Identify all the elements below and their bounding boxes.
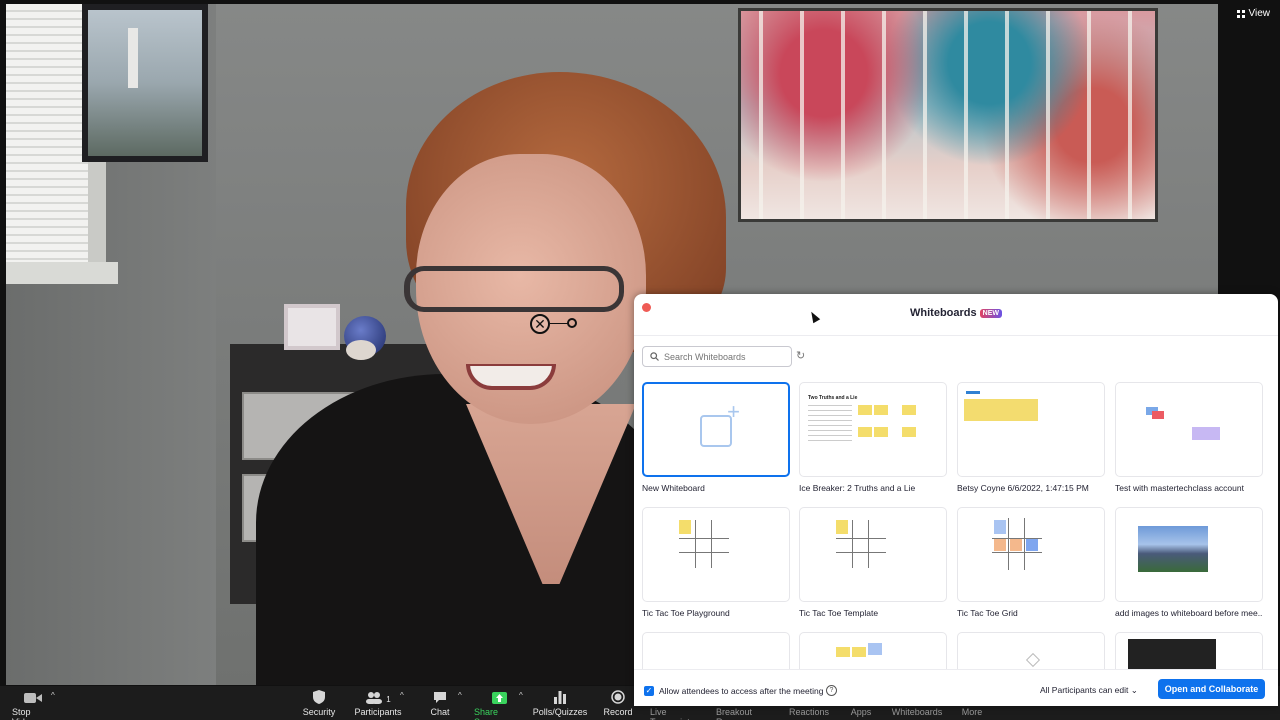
view-button[interactable]: View (1236, 8, 1271, 19)
whiteboard-thumbnail (642, 382, 790, 477)
view-label: View (1248, 8, 1271, 19)
window-blinds (6, 4, 94, 272)
thumbnail-title: Two Truths and a Lie (808, 395, 858, 401)
participants-button[interactable]: 1 Participants (354, 688, 402, 717)
chevron-down-icon: ⌄ (1130, 685, 1138, 695)
whiteboard-thumbnail (1115, 507, 1263, 602)
record-button[interactable]: Record (602, 688, 634, 717)
chat-options-caret-icon[interactable]: ^ (458, 691, 462, 700)
help-icon[interactable]: ? (826, 685, 837, 696)
whiteboard-label: Tic Tac Toe Template (799, 608, 879, 618)
search-input[interactable] (664, 351, 779, 362)
chat-label: Chat (430, 707, 450, 717)
whiteboard-card-new[interactable]: New Whiteboard (642, 382, 790, 493)
whiteboard-card[interactable]: Tic Tac Toe Template (799, 507, 947, 618)
whiteboard-label: add images to whiteboard before mee... (1115, 608, 1263, 618)
breakout-rooms-label: Breakout Rooms (716, 707, 753, 720)
whiteboard-label: Tic Tac Toe Playground (642, 608, 730, 618)
share-screen-button[interactable]: Share Screen (474, 688, 524, 720)
stop-video-label: Stop Video (12, 707, 35, 720)
whiteboard-label: Test with mastertechclass account (1115, 483, 1244, 493)
whiteboard-thumbnail (799, 507, 947, 602)
whiteboard-thumbnail (1115, 382, 1263, 477)
whiteboard-card[interactable]: Test with mastertechclass account (1115, 382, 1263, 493)
whiteboards-toolbar-label: Whiteboards (891, 707, 943, 717)
record-circle-icon (611, 688, 625, 704)
new-whiteboard-plus-icon (700, 399, 740, 447)
annotation-circle-icon[interactable] (567, 318, 577, 328)
panel-title-text: Whiteboards (910, 307, 977, 319)
chat-button[interactable]: Chat (424, 688, 456, 717)
decor-stone (346, 340, 376, 360)
share-options-caret-icon[interactable]: ^ (519, 691, 523, 700)
stop-video-button[interactable]: Stop Video (12, 688, 54, 720)
house-image (1138, 526, 1208, 572)
whiteboard-thumbnail (642, 507, 790, 602)
video-options-caret-icon[interactable]: ^ (51, 691, 55, 700)
divider (634, 335, 1278, 336)
refresh-icon[interactable]: ↻ (796, 349, 805, 362)
photo-frame (284, 304, 340, 350)
chat-bubble-icon (433, 688, 447, 704)
open-and-collaborate-button[interactable]: Open and Collaborate (1158, 679, 1265, 699)
person-smile (466, 364, 556, 390)
permission-dropdown[interactable]: All Participants can edit ⌄ (1040, 685, 1138, 696)
whiteboard-label: New Whiteboard (642, 483, 705, 493)
video-camera-icon (24, 688, 42, 704)
whiteboard-label: Ice Breaker: 2 Truths and a Lie (799, 483, 916, 493)
permission-value: All Participants can edit (1040, 685, 1129, 695)
reactions-label: Reactions (788, 707, 830, 717)
polls-label: Polls/Quizzes (532, 707, 588, 717)
live-transcript-label: Live Transcript (650, 707, 690, 720)
window-sill (6, 262, 118, 284)
whiteboard-card[interactable]: add images to whiteboard before mee... (1115, 507, 1263, 618)
zoom-meeting-window: ✕ View Stop Video ^ Security 1 Partici (0, 0, 1280, 720)
share-arrow-icon (491, 688, 507, 704)
share-screen-label: Share Screen (474, 707, 503, 720)
security-label: Security (302, 707, 336, 717)
whiteboards-panel: WhiteboardsNEW ↻ New Whiteboard Two Trut… (634, 294, 1278, 706)
participants-options-caret-icon[interactable]: ^ (400, 691, 404, 700)
allow-attendees-checkbox[interactable]: ✓ (644, 686, 654, 696)
record-label: Record (603, 707, 633, 717)
polls-button[interactable]: Polls/Quizzes (532, 688, 588, 717)
more-label: More (961, 707, 983, 717)
person-glasses (404, 266, 624, 312)
search-box[interactable] (642, 346, 792, 367)
participant-count: 1 (386, 695, 391, 704)
annotation-line (550, 323, 568, 324)
whiteboard-card[interactable]: Tic Tac Toe Playground (642, 507, 790, 618)
people-icon: 1 (365, 688, 391, 704)
annotation-close-icon[interactable]: ✕ (530, 314, 550, 334)
lighthouse-painting (82, 4, 208, 162)
whiteboard-card[interactable]: Two Truths and a Lie Ice Breaker: 2 Trut… (799, 382, 947, 493)
whiteboard-label: Betsy Coyne 6/6/2022, 1:47:15 PM (957, 483, 1089, 493)
new-badge: NEW (979, 309, 1002, 318)
bar-chart-icon (554, 688, 566, 704)
security-button[interactable]: Security (298, 688, 340, 717)
apps-label: Apps (850, 707, 872, 717)
allow-attendees-label: Allow attendees to access after the meet… (659, 686, 824, 696)
search-icon (650, 352, 659, 361)
whiteboard-thumbnail (957, 382, 1105, 477)
whiteboard-label: Tic Tac Toe Grid (957, 608, 1018, 618)
shield-icon (313, 688, 325, 704)
grid-view-icon (1236, 9, 1245, 18)
whiteboard-card[interactable]: Tic Tac Toe Grid (957, 507, 1105, 618)
birch-tree-painting (738, 8, 1158, 222)
whiteboard-thumbnail (957, 507, 1105, 602)
whiteboard-card[interactable]: Betsy Coyne 6/6/2022, 1:47:15 PM (957, 382, 1105, 493)
participants-label: Participants (354, 707, 402, 717)
whiteboard-thumbnail: Two Truths and a Lie (799, 382, 947, 477)
panel-title: Whiteboards NEW (634, 307, 1278, 319)
